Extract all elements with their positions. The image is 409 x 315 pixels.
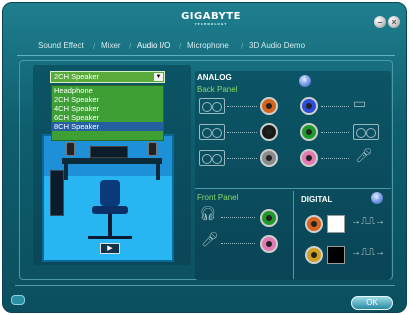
- tab-underline: [17, 55, 395, 56]
- front-panel-title: Front Panel: [197, 193, 239, 202]
- spdif-coax-jack[interactable]: [305, 246, 323, 264]
- chair-post-icon: [108, 214, 112, 236]
- bottom-divider: [15, 285, 395, 286]
- speaker-box-icon: [199, 98, 225, 114]
- option-8ch-speaker[interactable]: 8CH Speaker: [52, 122, 163, 131]
- settings-icon[interactable]: [11, 295, 25, 305]
- speaker-box-icon: [199, 124, 225, 140]
- tab-microphone[interactable]: Microphone: [187, 41, 229, 50]
- digital-signal-icon: →⎍⎍→: [351, 247, 385, 258]
- microphone-icon: 🎤︎: [201, 231, 219, 247]
- connector-line: [221, 217, 255, 218]
- connector-line: [227, 106, 257, 107]
- digital-info-icon[interactable]: i: [371, 192, 383, 204]
- connector-line: [227, 158, 257, 159]
- tab-sound-effect[interactable]: Sound Effect: [38, 41, 84, 50]
- jack-orange[interactable]: [260, 97, 278, 115]
- connector-line: [221, 243, 255, 244]
- chair-base-icon: [88, 236, 132, 239]
- desk-icon: [62, 158, 162, 164]
- digital-signal-icon: →⎍⎍→: [351, 216, 385, 227]
- desk-leg: [64, 164, 68, 180]
- back-panel-title: Back Panel: [197, 85, 238, 94]
- connector-line: [321, 132, 349, 133]
- ok-button[interactable]: OK: [351, 296, 393, 310]
- monitor-icon: [90, 146, 128, 158]
- speaker-config-options: Headphone 2CH Speaker 4CH Speaker 6CH Sp…: [51, 85, 164, 141]
- headphone-icon: 🎧︎: [199, 205, 217, 221]
- tab-separator: /: [241, 42, 244, 51]
- tab-3d-audio-demo[interactable]: 3D Audio Demo: [249, 41, 305, 50]
- spdif-optical-black-icon: [327, 246, 345, 264]
- speaker-box-icon: [353, 124, 379, 140]
- section-divider: [293, 191, 294, 279]
- left-speaker-icon: [66, 142, 75, 156]
- minimize-button[interactable]: –: [374, 16, 386, 28]
- pc-tower-icon: [50, 170, 64, 216]
- tab-separator: /: [129, 42, 132, 51]
- jack-blue[interactable]: [300, 97, 318, 115]
- chair-back-icon: [100, 180, 120, 206]
- microphone-icon: 🎤︎: [355, 147, 373, 163]
- chevron-down-icon[interactable]: ▼: [154, 73, 163, 81]
- option-4ch-speaker[interactable]: 4CH Speaker: [52, 104, 163, 113]
- brand-name: GIGABYTE: [181, 11, 241, 22]
- speaker-config-dropdown[interactable]: 2CH Speaker ▼: [50, 71, 165, 83]
- connector-line: [321, 106, 349, 107]
- play-button[interactable]: ▶: [100, 243, 120, 254]
- tab-separator: /: [179, 42, 182, 51]
- chair-seat-icon: [92, 206, 128, 214]
- section-divider: [195, 188, 391, 189]
- close-button[interactable]: ×: [388, 16, 400, 28]
- front-jack-pink[interactable]: [260, 235, 278, 253]
- desk-leg: [156, 164, 160, 180]
- spdif-optical-icon: [327, 215, 345, 233]
- front-jack-green[interactable]: [260, 209, 278, 227]
- app-window: GIGABYTE TECHNOLOGY – × Sound Effect / M…: [2, 2, 407, 313]
- tab-mixer[interactable]: Mixer: [101, 41, 121, 50]
- title-bar: GIGABYTE TECHNOLOGY – ×: [3, 3, 406, 33]
- speaker-box-icon: [199, 150, 225, 166]
- jack-green[interactable]: [300, 123, 318, 141]
- connector-line: [227, 132, 257, 133]
- option-headphone[interactable]: Headphone: [52, 86, 163, 95]
- analog-info-icon[interactable]: i: [299, 75, 311, 87]
- digital-title: DIGITAL: [301, 195, 333, 204]
- right-speaker-icon: [148, 142, 157, 156]
- spdif-coax-jack[interactable]: [305, 215, 323, 233]
- option-6ch-speaker[interactable]: 6CH Speaker: [52, 113, 163, 122]
- brand-logo: GIGABYTE TECHNOLOGY: [179, 11, 243, 26]
- brand-sub: TECHNOLOGY: [194, 22, 228, 26]
- jack-gray[interactable]: [260, 149, 278, 167]
- tab-audio-io[interactable]: Audio I/O: [137, 41, 170, 50]
- tab-separator: /: [93, 42, 96, 51]
- connector-line: [321, 158, 349, 159]
- line-in-device-icon: ▭: [353, 95, 367, 111]
- option-2ch-speaker[interactable]: 2CH Speaker: [52, 95, 163, 104]
- jack-pink[interactable]: [300, 149, 318, 167]
- jack-black[interactable]: [260, 123, 278, 141]
- analog-title: ANALOG: [197, 73, 232, 82]
- dropdown-selected-value: 2CH Speaker: [54, 72, 100, 81]
